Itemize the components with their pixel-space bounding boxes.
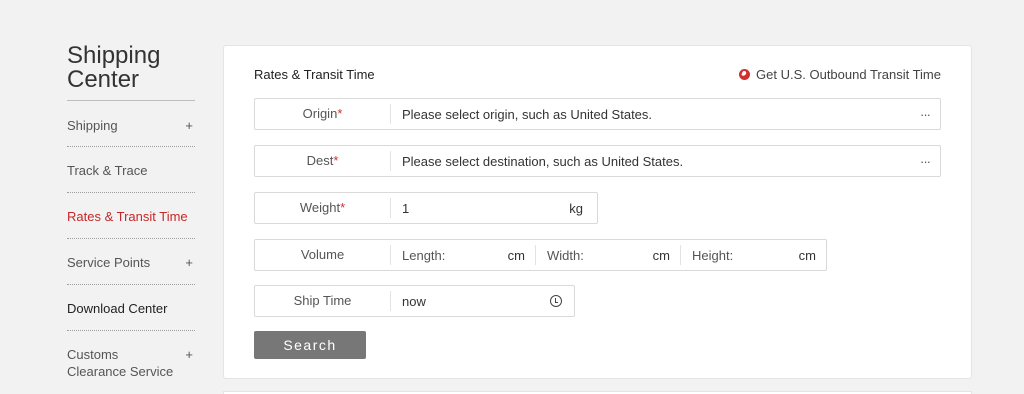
search-button[interactable]: Search: [254, 331, 366, 359]
ship-time-input[interactable]: now: [391, 294, 550, 309]
height-input[interactable]: Height: cm: [681, 245, 826, 265]
width-unit: cm: [652, 247, 670, 263]
location-pin-icon: [739, 69, 751, 80]
sidebar-item-rates-transit-time[interactable]: Rates & Transit Time: [67, 193, 195, 239]
length-label: Length:: [402, 247, 446, 263]
panel-title: Rates & Transit Time: [254, 67, 375, 82]
volume-label: Volume: [255, 245, 391, 265]
sidebar-item-service-points[interactable]: Service Points +: [67, 239, 195, 285]
outbound-link-label: Get U.S. Outbound Transit Time: [756, 67, 941, 82]
sidebar-item-label: Customs Clearance Service: [67, 347, 174, 379]
expand-plus-icon[interactable]: +: [185, 254, 195, 271]
height-unit: cm: [798, 247, 816, 263]
sidebar-item-label: Rates & Transit Time: [67, 209, 188, 224]
dest-input[interactable]: Please select destination, such as Unite…: [391, 154, 910, 169]
sidebar-item-download-center[interactable]: Download Center: [67, 285, 195, 331]
weight-field: Weight* 1 kg: [254, 192, 598, 224]
sidebar-item-label: Service Points: [67, 255, 151, 270]
volume-field: Volume Length: cm Width: cm Height: cm: [254, 239, 827, 271]
origin-label: Origin*: [255, 104, 391, 124]
sidebar-item-label: Shipping: [67, 118, 118, 133]
sidebar-item-track-trace[interactable]: Track & Trace: [67, 147, 195, 193]
more-options-icon[interactable]: ···: [910, 107, 940, 122]
height-label: Height:: [692, 247, 734, 263]
outbound-transit-link[interactable]: Get U.S. Outbound Transit Time: [739, 67, 941, 82]
expand-plus-icon[interactable]: +: [185, 117, 195, 134]
rates-panel: Rates & Transit Time Get U.S. Outbound T…: [223, 45, 972, 379]
expand-plus-icon[interactable]: +: [185, 346, 195, 363]
weight-input[interactable]: 1: [391, 201, 569, 216]
origin-input[interactable]: Please select origin, such as United Sta…: [391, 107, 910, 122]
width-input[interactable]: Width: cm: [536, 245, 681, 265]
clock-icon[interactable]: [550, 295, 562, 307]
sidebar-item-shipping[interactable]: Shipping +: [67, 101, 195, 147]
sidebar-title: Shipping Center: [67, 44, 195, 101]
length-unit: cm: [507, 247, 525, 263]
sidebar-item-customs-clearance[interactable]: Customs Clearance Service +: [67, 331, 195, 387]
sidebar-item-label: Download Center: [67, 301, 168, 316]
weight-label: Weight*: [255, 198, 391, 218]
ship-time-field: Ship Time now: [254, 285, 575, 317]
origin-field[interactable]: Origin* Please select origin, such as Un…: [254, 98, 941, 130]
sidebar-item-label: Track & Trace: [67, 163, 148, 178]
length-input[interactable]: Length: cm: [391, 245, 536, 265]
ship-time-label: Ship Time: [255, 291, 391, 311]
more-options-icon[interactable]: ···: [910, 154, 940, 169]
dest-label: Dest*: [255, 151, 391, 171]
dest-field[interactable]: Dest* Please select destination, such as…: [254, 145, 941, 177]
width-label: Width:: [547, 247, 584, 263]
sidebar: Shipping Center Shipping + Track & Trace…: [67, 44, 195, 387]
weight-unit: kg: [569, 200, 583, 216]
